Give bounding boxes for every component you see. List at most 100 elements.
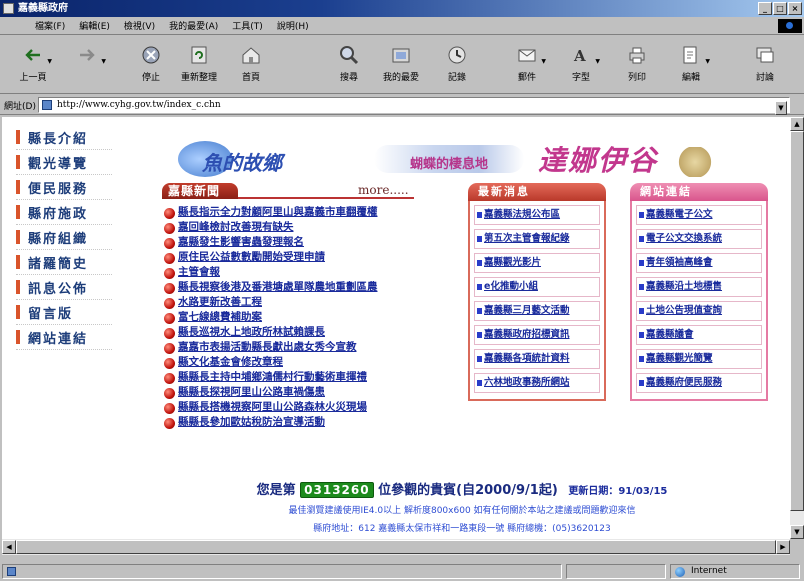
link-item[interactable]: 嘉義縣觀光簡覽 [636, 349, 762, 369]
scroll-thumb[interactable] [790, 131, 804, 511]
browser-advice[interactable]: 最佳瀏覽建議使用IE4.0以上 解析度800x600 如有任何關於本站之建議或問… [152, 503, 772, 516]
favorites-icon [392, 48, 410, 63]
latest-item[interactable]: 嘉義縣各項統計資料 [474, 349, 600, 369]
favorites-button[interactable]: 我的最愛 [378, 42, 424, 90]
nav-item-history[interactable]: 諸羅簡史 [16, 250, 112, 275]
stop-button[interactable]: 停止 [128, 42, 174, 90]
print-button[interactable]: 列印 [614, 42, 660, 90]
news-item[interactable]: 縣縣長探視阿里山公路車禍傷患 [162, 385, 454, 400]
nav-item-tourism[interactable]: 觀光導覽 [16, 150, 112, 175]
nav-item-announcements[interactable]: 訊息公佈 [16, 275, 112, 300]
news-item[interactable]: 富七線總費補助案 [162, 310, 454, 325]
bullet-icon [639, 260, 644, 266]
minimize-button[interactable]: _ [758, 2, 772, 15]
news-item[interactable]: 縣長指示全力對顧阿里山與嘉義市車翻覆權 [162, 205, 454, 220]
banner-danayigu-text: 達娜伊谷 [538, 144, 659, 177]
bullet-icon [477, 308, 482, 314]
links-title: 網站連結 [630, 183, 768, 201]
news-item[interactable]: 縣長視察後港及番港塘處單隊農地重劃區農 [162, 280, 454, 295]
link-item[interactable]: 嘉義縣電子公文 [636, 205, 762, 225]
status-message [2, 564, 562, 579]
latest-item[interactable]: 六林地政事務所網站 [474, 373, 600, 393]
menu-edit[interactable]: 編輯(E) [72, 19, 117, 32]
menu-tools[interactable]: 工具(T) [225, 19, 270, 32]
bullet-icon [164, 223, 175, 234]
latest-item[interactable]: e化推動小組 [474, 277, 600, 297]
back-arrow-icon [25, 49, 40, 61]
news-item[interactable]: 縣縣長搭機視察阿里山公路森林火災現場 [162, 400, 454, 415]
scroll-down-icon[interactable]: ▼ [790, 525, 804, 539]
horizontal-scrollbar[interactable]: ◀ ▶ [2, 539, 790, 555]
nav-item-links[interactable]: 網站連結 [16, 325, 112, 350]
latest-item[interactable]: 嘉義縣法規公布區 [474, 205, 600, 225]
page-viewport: 縣長介紹 觀光導覽 便民服務 縣府施政 縣府組織 諸羅簡史 訊息公佈 留言版 網… [2, 117, 790, 539]
menu-favorites[interactable]: 我的最愛(A) [162, 19, 225, 32]
page-footer: 您是第 0313260 位參觀的貴賓(自2000/9/1起) 更新日期：91/0… [152, 479, 772, 534]
font-button[interactable]: A 字型 ▼ [558, 42, 604, 90]
news-item[interactable]: 縣長巡視水上地政所林試賴課長 [162, 325, 454, 340]
banner-decoration [678, 147, 712, 177]
status-bar: Internet [0, 562, 804, 581]
vertical-scrollbar[interactable]: ▲ ▼ [790, 117, 804, 539]
news-item[interactable]: 嘉縣發生影響害蟲發理報名 [162, 235, 454, 250]
news-item[interactable]: 嘉回峰檢討改善現有缺失 [162, 220, 454, 235]
link-item[interactable]: 土地公告現值查詢 [636, 301, 762, 321]
bullet-icon [639, 236, 644, 242]
news-item[interactable]: 縣文化基金會修改章程 [162, 355, 454, 370]
latest-title: 最新消息 [468, 183, 606, 201]
latest-item[interactable]: 嘉義縣政府招標資訊 [474, 325, 600, 345]
bullet-icon [164, 328, 175, 339]
maximize-button[interactable]: □ [773, 2, 787, 15]
bullet-icon [164, 268, 175, 279]
news-item[interactable]: 縣縣長參加歐姑稅防治宣導活動 [162, 415, 454, 430]
history-button[interactable]: 記錄 [434, 42, 480, 90]
latest-news-box: 最新消息 嘉義縣法規公布區 第五次主管會報紀錄 嘉縣觀光影片 e化推動小組 嘉義… [468, 183, 606, 401]
nav-item-governor[interactable]: 縣長介紹 [16, 125, 112, 150]
edit-button[interactable]: 編輯 ▼ [668, 42, 714, 90]
scroll-left-icon[interactable]: ◀ [2, 540, 16, 554]
search-button[interactable]: 搜尋 [326, 42, 372, 90]
mail-button[interactable]: 郵件 ▼ [504, 42, 550, 90]
bullet-icon [164, 418, 175, 429]
news-item[interactable]: 原住民公益數數勵開始受理申請 [162, 250, 454, 265]
menu-help[interactable]: 說明(H) [270, 19, 316, 32]
link-item[interactable]: 嘉義縣府便民服務 [636, 373, 762, 393]
bullet-icon [164, 358, 175, 369]
history-icon [448, 46, 466, 64]
menu-file[interactable]: 檔案(F) [28, 19, 72, 32]
home-button[interactable]: 首頁 [228, 42, 274, 90]
forward-button[interactable]: ▼ [64, 42, 110, 90]
nav-item-policy[interactable]: 縣府施政 [16, 200, 112, 225]
link-item[interactable]: 青年領袖高峰會 [636, 253, 762, 273]
link-item[interactable]: 嘉義縣沿土地標售 [636, 277, 762, 297]
news-item[interactable]: 主管會報 [162, 265, 454, 280]
page-icon [42, 100, 52, 110]
news-item[interactable]: 嘉嘉市表揚活動縣長獻出處女秀今宣教 [162, 340, 454, 355]
news-item[interactable]: 縣縣長主持中埔鄉鴻儒村行動藝術車揮禮 [162, 370, 454, 385]
nav-item-organization[interactable]: 縣府組織 [16, 225, 112, 250]
address-input[interactable]: http://www.cyhg.gov.tw/index_c.chn ▼ [38, 97, 790, 115]
latest-item[interactable]: 嘉義縣三月藝文活動 [474, 301, 600, 321]
news-more-link[interactable]: more..... [358, 183, 409, 197]
discuss-button[interactable]: 討論 [742, 42, 788, 90]
link-item[interactable]: 嘉義縣議會 [636, 325, 762, 345]
news-item[interactable]: 水路更新改善工程 [162, 295, 454, 310]
scroll-up-icon[interactable]: ▲ [790, 117, 804, 131]
window-controls: _ □ × [758, 2, 802, 15]
globe-icon [675, 567, 685, 577]
nav-item-guestbook[interactable]: 留言版 [16, 300, 112, 325]
refresh-button[interactable]: 重新整理 [176, 42, 222, 90]
latest-item[interactable]: 第五次主管會報紀錄 [474, 229, 600, 249]
back-button[interactable]: 上一頁 ▼ [10, 42, 56, 90]
menu-view[interactable]: 檢視(V) [117, 19, 162, 32]
news-divider [238, 197, 414, 199]
status-zone: Internet [670, 564, 800, 579]
visitor-counter: 0313260 [300, 482, 374, 498]
scroll-right-icon[interactable]: ▶ [776, 540, 790, 554]
nav-item-services[interactable]: 便民服務 [16, 175, 112, 200]
latest-item[interactable]: 嘉縣觀光影片 [474, 253, 600, 273]
horizontal-scroll-thumb[interactable] [16, 540, 776, 554]
close-button[interactable]: × [788, 2, 802, 15]
chevron-down-icon[interactable]: ▼ [775, 101, 787, 115]
link-item[interactable]: 電子公文交換系統 [636, 229, 762, 249]
